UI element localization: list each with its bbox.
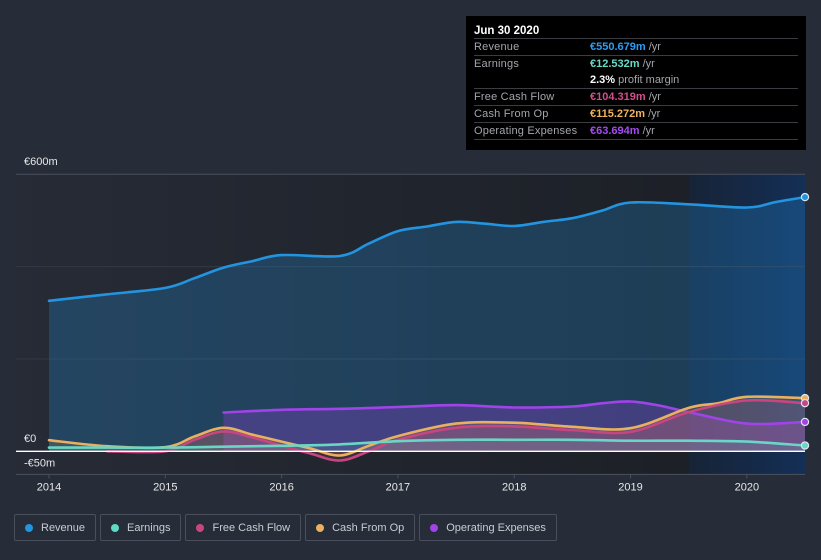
tooltip-value: 2.3% — [590, 74, 616, 86]
tooltip-unit: /yr — [648, 41, 661, 53]
tooltip-label: Revenue — [474, 41, 520, 53]
tooltip-value: €63.694m — [590, 125, 640, 137]
tooltip-unit: /yr — [648, 91, 661, 103]
tooltip-row-profit-margin: 2.3% profit margin — [474, 72, 798, 89]
x-tick-label: 2017 — [386, 481, 410, 493]
tooltip-unit: /yr — [642, 58, 655, 70]
earnings-end-marker — [800, 441, 810, 450]
tooltip-value: €12.532m — [590, 58, 640, 70]
tooltip-label: Operating Expenses — [474, 125, 578, 137]
tooltip-unit: profit margin — [618, 74, 680, 86]
legend-label: Cash From Op — [332, 521, 405, 534]
legend-item-free-cash-flow[interactable]: Free Cash Flow — [185, 514, 302, 541]
tooltip-value: €104.319m — [590, 91, 646, 103]
tooltip-label: Cash From Op — [474, 108, 549, 120]
tooltip-label — [474, 72, 590, 88]
tooltip-unit: /yr — [648, 108, 661, 120]
legend-item-cash-from-op[interactable]: Cash From Op — [305, 514, 416, 541]
free-cash-flow-end-marker — [800, 398, 810, 408]
legend-dot-icon — [111, 523, 120, 532]
legend-dot-icon — [430, 523, 439, 532]
y-tick-label: €600m — [24, 156, 58, 168]
tooltip-date: Jun 30 2020 — [474, 16, 798, 39]
legend-dot-icon — [196, 523, 205, 532]
legend-label: Free Cash Flow — [212, 521, 291, 534]
tooltip-row-earnings: Earnings €12.532m /yr — [474, 56, 798, 72]
tooltip-label: Free Cash Flow — [474, 91, 555, 103]
legend-item-earnings[interactable]: Earnings — [100, 514, 182, 541]
y-tick-label: €0 — [24, 433, 36, 445]
tooltip-panel: Jun 30 2020 Revenue €550.679m /yr Earnin… — [466, 16, 806, 150]
legend-item-revenue[interactable]: Revenue — [14, 514, 97, 541]
x-tick-label: 2014 — [37, 481, 61, 493]
x-tick-label: 2015 — [153, 481, 177, 493]
tooltip-value: €115.272m — [590, 108, 646, 120]
x-tick-label: 2018 — [502, 481, 526, 493]
legend: Revenue Earnings Free Cash Flow Cash Fro… — [14, 514, 557, 541]
tooltip-row-cash-from-op: Cash From Op €115.272m /yr — [474, 106, 798, 123]
tooltip-value: €550.679m — [590, 41, 646, 53]
revenue-end-marker — [800, 192, 810, 202]
tooltip-unit: /yr — [642, 125, 655, 137]
legend-dot-icon — [25, 523, 33, 532]
tooltip-label: Earnings — [474, 58, 520, 70]
legend-label: Earnings — [127, 521, 171, 534]
y-tick-label: -€50m — [24, 457, 55, 469]
tooltip-row-operating-expenses: Operating Expenses €63.694m /yr — [474, 123, 798, 140]
legend-item-operating-expenses[interactable]: Operating Expenses — [419, 514, 557, 541]
x-tick-label: 2020 — [735, 481, 759, 493]
legend-label: Operating Expenses — [446, 521, 546, 534]
x-tick-label: 2016 — [269, 481, 293, 493]
tooltip-row-revenue: Revenue €550.679m /yr — [474, 39, 798, 56]
x-tick-label: 2019 — [618, 481, 642, 493]
legend-label: Revenue — [41, 521, 86, 534]
tooltip-row-free-cash-flow: Free Cash Flow €104.319m /yr — [474, 89, 798, 106]
legend-dot-icon — [316, 523, 325, 532]
operating-expenses-end-marker — [800, 417, 810, 427]
